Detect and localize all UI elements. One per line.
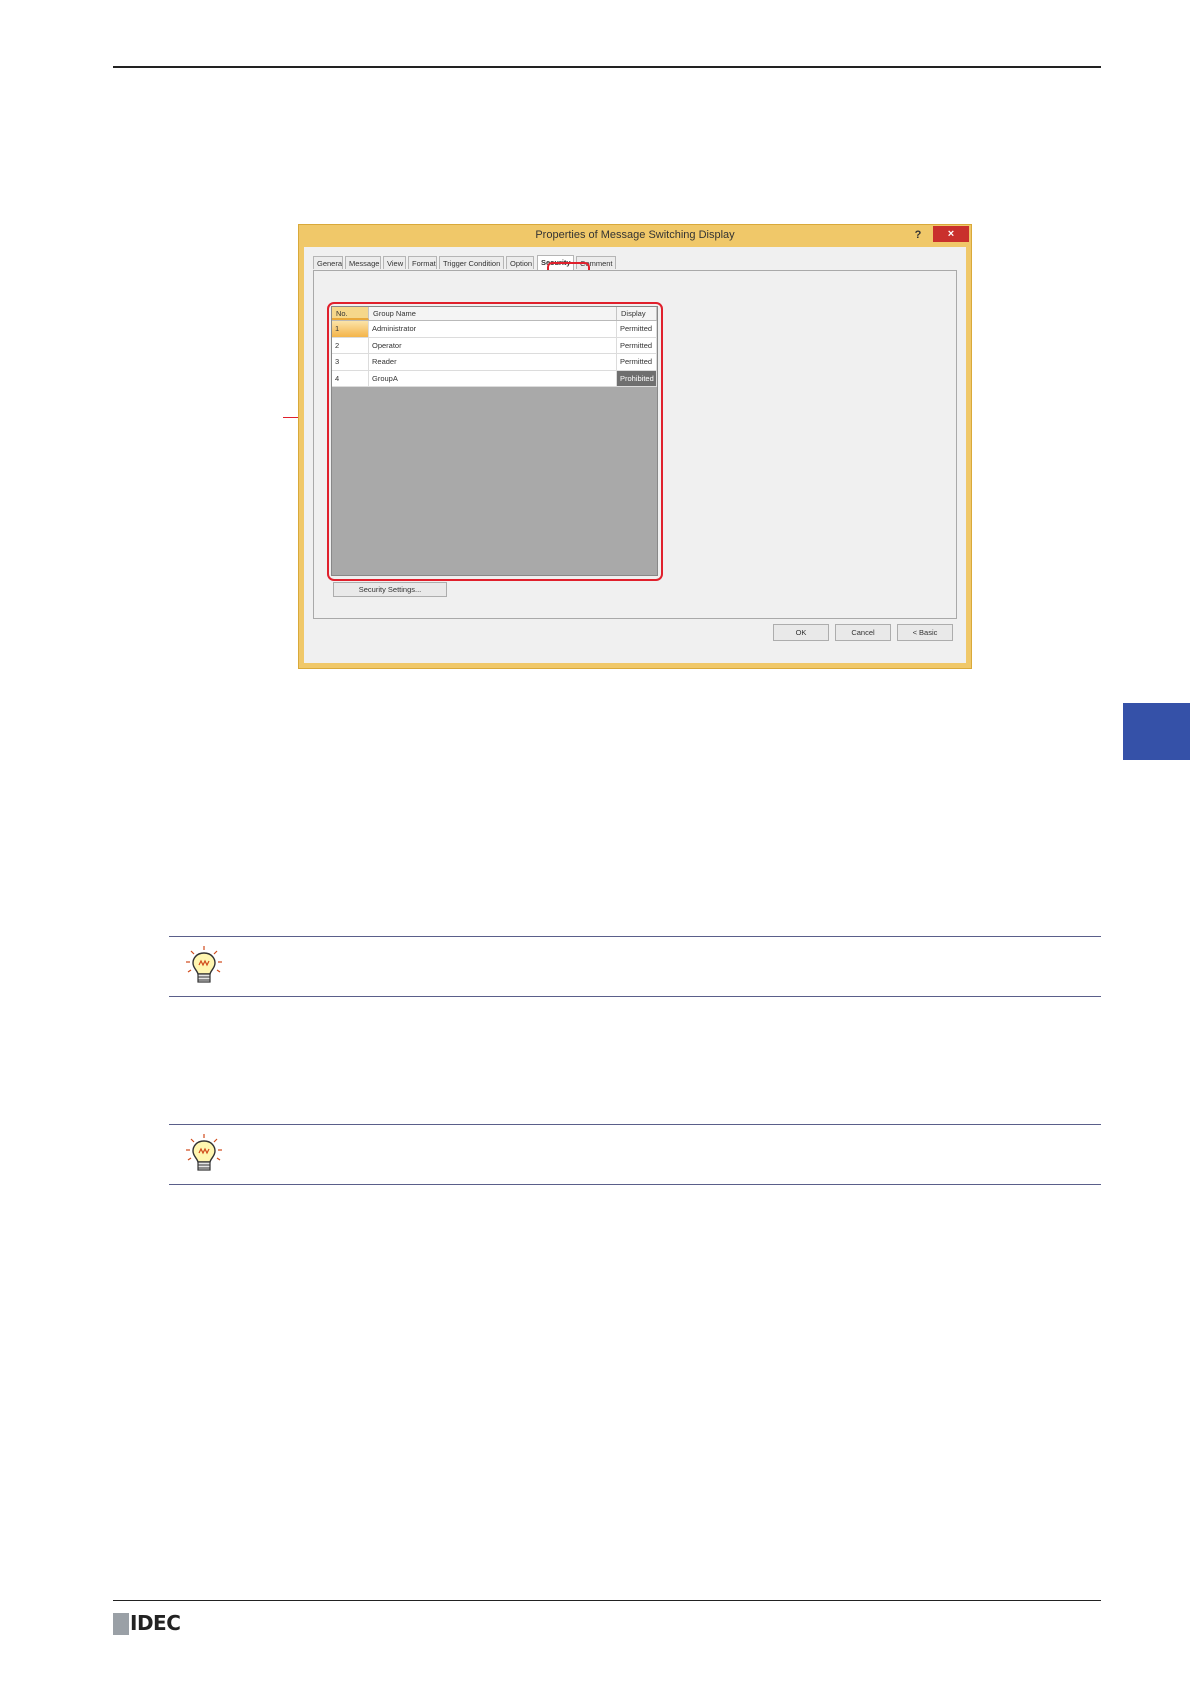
properties-dialog: Properties of Message Switching Display … — [298, 224, 972, 669]
ok-button[interactable]: OK — [773, 624, 829, 641]
logo-text: IDEC — [130, 1611, 181, 1635]
logo-mark — [113, 1613, 129, 1635]
tab-option[interactable]: Option — [506, 256, 534, 269]
dialog-title: Properties of Message Switching Display — [535, 229, 735, 241]
security-settings-button[interactable]: Security Settings... — [333, 582, 447, 597]
hint-lightbulb-icon — [186, 946, 222, 983]
tab-general[interactable]: General — [313, 256, 343, 269]
dialog-client-area: General Message View Format Trigger Cond… — [304, 247, 966, 663]
hint-box-2-top-rule — [169, 1124, 1101, 1125]
cancel-button[interactable]: Cancel — [835, 624, 891, 641]
close-icon[interactable]: × — [933, 226, 969, 242]
page-top-rule — [113, 66, 1101, 68]
chapter-side-tab — [1123, 703, 1190, 760]
help-icon[interactable]: ? — [909, 227, 927, 243]
security-tab-page: No. Group Name Display 1 Administrator P… — [313, 270, 957, 619]
hint-box-1-top-rule — [169, 936, 1101, 937]
grid-callout-box — [327, 302, 663, 581]
hint-box-1-bottom-rule — [169, 996, 1101, 997]
hint-lightbulb-icon — [186, 1134, 222, 1171]
tab-message[interactable]: Message — [345, 256, 381, 269]
hint-box-2-bottom-rule — [169, 1184, 1101, 1185]
tab-trigger-condition[interactable]: Trigger Condition — [439, 256, 504, 269]
tab-format[interactable]: Format — [408, 256, 437, 269]
dialog-title-bar[interactable]: Properties of Message Switching Display … — [299, 225, 971, 247]
page-bottom-rule — [113, 1600, 1101, 1601]
tab-view[interactable]: View — [383, 256, 406, 269]
basic-button[interactable]: < Basic — [897, 624, 953, 641]
